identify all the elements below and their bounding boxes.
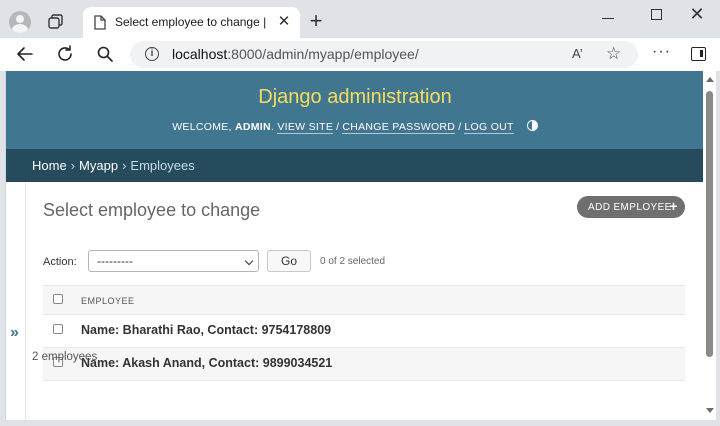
actions-bar: Action: --------- Go 0 of 2 selected — [43, 250, 683, 276]
page-title: Select employee to change — [43, 200, 261, 220]
tab-close-icon[interactable]: ✕ — [276, 14, 292, 30]
browser-tab-active[interactable]: Select employee to change | Django ✕ — [83, 7, 300, 38]
scroll-down-arrow-icon[interactable] — [706, 408, 714, 413]
column-header-employee[interactable]: EMPLOYEE — [81, 296, 135, 306]
site-title[interactable]: Django administration — [6, 86, 703, 109]
read-aloud-icon[interactable]: A’ — [572, 46, 583, 61]
add-employee-button[interactable]: ADD EMPLOYEE + — [577, 196, 685, 218]
tab-title: Select employee to change | Django — [115, 15, 267, 29]
window-minimize-icon[interactable] — [602, 18, 614, 19]
sidebar-toggle-icon[interactable] — [691, 47, 706, 61]
site-info-icon[interactable]: i — [145, 47, 159, 61]
browser-tab-bar: Select employee to change | Django ✕ + ✕ — [0, 0, 720, 38]
employee-link[interactable]: Name: Akash Anand, Contact: 9899034521 — [81, 356, 332, 370]
page-file-icon — [94, 15, 106, 30]
breadcrumb-app[interactable]: Myapp — [79, 158, 118, 173]
breadcrumb-separator: › — [122, 158, 127, 173]
url-text: localhost:8000/admin/myapp/employee/ — [172, 46, 419, 62]
toggle-nav-sidebar-button[interactable]: » — [10, 324, 19, 342]
new-tab-icon[interactable]: + — [306, 10, 326, 32]
workspaces-icon[interactable] — [47, 13, 65, 31]
theme-toggle-icon[interactable] — [526, 120, 538, 131]
view-site-link[interactable]: VIEW SITE — [277, 121, 334, 134]
admin-header: Django administration WELCOME, ADMIN. VI… — [6, 71, 703, 149]
username: ADMIN — [234, 121, 271, 133]
select-all-checkbox[interactable] — [53, 294, 63, 304]
action-selected-value: --------- — [97, 254, 133, 268]
reload-icon[interactable] — [55, 44, 75, 64]
search-icon[interactable] — [95, 44, 115, 64]
page-scrollbar[interactable] — [703, 71, 716, 420]
favorite-star-icon[interactable]: ☆ — [606, 44, 621, 64]
row-checkbox[interactable] — [53, 324, 63, 334]
breadcrumb-home[interactable]: Home — [32, 158, 67, 173]
breadcrumb: Home › Myapp › Employees — [6, 149, 703, 182]
breadcrumb-separator: › — [70, 158, 76, 173]
window-maximize-icon[interactable] — [651, 9, 662, 20]
change-password-link[interactable]: CHANGE PASSWORD — [342, 121, 456, 134]
url-host: localhost — [172, 46, 228, 62]
plus-icon: + — [669, 198, 678, 214]
table-row: Name: Akash Anand, Contact: 9899034521 — [43, 348, 685, 381]
browser-address-bar: i localhost:8000/admin/myapp/employee/ A… — [0, 38, 720, 71]
tools-separator: / — [336, 121, 340, 133]
nav-sidebar-column: » — [6, 182, 26, 420]
url-input[interactable]: i localhost:8000/admin/myapp/employee/ A… — [130, 41, 638, 68]
user-tools: WELCOME, ADMIN. VIEW SITE / CHANGE PASSWOR… — [6, 120, 703, 134]
table-row: Name: Bharathi Rao, Contact: 9754178809 — [43, 315, 685, 348]
profile-avatar-icon[interactable] — [9, 11, 31, 33]
log-out-link[interactable]: LOG OUT — [464, 121, 514, 134]
scrollbar-thumb[interactable] — [706, 91, 713, 357]
action-label: Action: — [43, 256, 77, 268]
add-employee-label: ADD EMPLOYEE — [588, 202, 672, 213]
paginator: 2 employees — [32, 351, 98, 363]
page-viewport: Django administration WELCOME, ADMIN. VI… — [5, 71, 703, 420]
scroll-up-arrow-icon[interactable] — [706, 77, 714, 82]
tools-separator: / — [458, 121, 462, 133]
selection-counter: 0 of 2 selected — [320, 256, 386, 267]
chevron-down-icon — [244, 256, 254, 266]
action-select[interactable]: --------- — [88, 250, 259, 272]
table-header-row: EMPLOYEE — [43, 285, 685, 315]
changelist-content: Select employee to change ADD EMPLOYEE +… — [26, 182, 703, 420]
breadcrumb-current: Employees — [130, 158, 195, 173]
window-close-icon[interactable]: ✕ — [689, 4, 705, 24]
result-list-table: EMPLOYEE Name: Bharathi Rao, Contact: 97… — [43, 285, 685, 381]
more-options-icon[interactable]: ··· — [652, 43, 671, 61]
url-path: :8000/admin/myapp/employee/ — [227, 46, 419, 62]
back-arrow-icon[interactable] — [15, 44, 35, 64]
welcome-text: WELCOME, — [172, 121, 232, 133]
employee-link[interactable]: Name: Bharathi Rao, Contact: 9754178809 — [81, 323, 331, 337]
go-button[interactable]: Go — [267, 250, 311, 272]
